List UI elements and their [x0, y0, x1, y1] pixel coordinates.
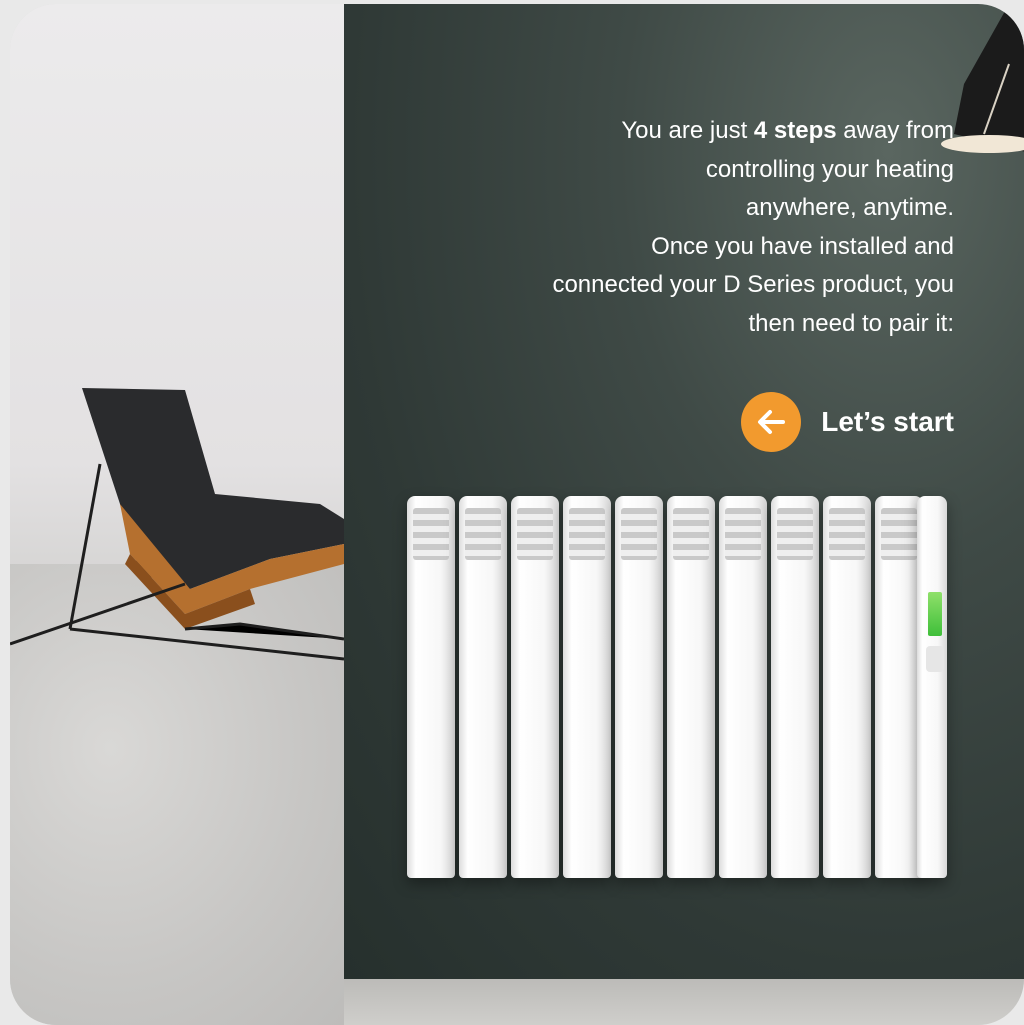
- radiator-fin: [667, 496, 715, 878]
- radiator-controls-icon: [926, 646, 944, 672]
- hero-frame: You are just 4 steps away from controlli…: [10, 4, 1024, 1025]
- radiator-display-icon: [928, 592, 942, 636]
- radiator-fin: [719, 496, 767, 878]
- intro-line-4: Once you have installed and: [651, 232, 954, 260]
- radiator-fin: [407, 496, 455, 878]
- lets-start-label[interactable]: Let’s start: [821, 406, 954, 438]
- intro-line-3: anywhere, anytime.: [745, 194, 954, 221]
- radiator-fin: [771, 496, 819, 878]
- wall-floor: [344, 979, 1024, 1025]
- intro-text: You are just 4 steps away from controlli…: [434, 112, 954, 343]
- steps-highlight: 4 steps: [753, 117, 837, 144]
- intro-line-1: You are just 4 steps away from: [621, 117, 954, 144]
- lets-start-button[interactable]: Let’s start: [741, 392, 954, 452]
- intro-line-6: then need to pair it:: [748, 309, 954, 337]
- intro-line-2: controlling your heating: [705, 155, 954, 183]
- radiator-fin: [615, 496, 663, 878]
- radiator-fin: [511, 496, 559, 878]
- radiator-fin: [875, 496, 923, 878]
- radiator-control-fin: [917, 496, 947, 878]
- lounge-chair-image: [10, 388, 344, 661]
- radiator-fin: [563, 496, 611, 878]
- radiator-fin: [459, 496, 507, 878]
- intro-line-5: connected your D Series product, you: [552, 271, 954, 298]
- radiator-image: [407, 496, 947, 881]
- radiator-fin: [823, 496, 871, 878]
- arrow-left-icon[interactable]: [741, 392, 802, 452]
